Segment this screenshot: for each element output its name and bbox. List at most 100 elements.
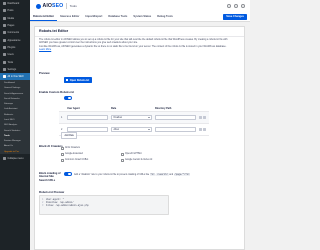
wrench-icon [3, 60, 6, 64]
user-icon [3, 53, 6, 57]
sidebar-item-label: Media [7, 16, 15, 20]
custom-robots-toggle[interactable] [64, 96, 72, 100]
checkbox-box[interactable] [61, 158, 64, 162]
save-changes-button[interactable]: Save Changes [223, 13, 247, 20]
sidebar-item-label: Pages [7, 24, 15, 28]
external-link-icon [66, 78, 69, 82]
note-code-3: /page/*/?s= [173, 172, 191, 176]
sidebar-item-pages[interactable]: Pages [0, 22, 30, 29]
sidebar-item-aioseo[interactable]: All in One SEO [0, 72, 30, 81]
collapse-icon [3, 156, 6, 160]
copy-icon[interactable] [199, 116, 202, 119]
block-ai-label: Block AI Crawlers [39, 144, 63, 148]
description-paragraph-1: The robots.txt editor in AIOSEO allows y… [39, 37, 228, 44]
block-search-urls-note: Add a "disallow" rule to your robots.txt… [74, 172, 191, 176]
checkbox-box[interactable] [61, 147, 64, 150]
checkbox-openai-gptbot[interactable]: OpenAI GPTBot [121, 152, 181, 156]
checkbox-placeholder [121, 147, 181, 150]
add-rule-button[interactable]: Add Rule [61, 132, 78, 139]
checkbox-common-crawl[interactable]: Common Crawl CCBot [61, 158, 121, 162]
tab-system-status[interactable]: System Status [130, 12, 154, 21]
robots-preview-code: 1 User-agent: * 2 Disallow: /wp-admin/ 3 Al… [39, 195, 169, 215]
robots-preview-label: Robots.txt Preview [39, 190, 64, 194]
tools-tab-bar: Robots.txt Editor htaccess Editor Import… [30, 12, 250, 22]
sidebar-item-appearance[interactable]: Appearance [0, 36, 30, 43]
row-number: 1 [61, 116, 63, 119]
help-icon[interactable] [241, 4, 245, 8]
checkbox-google-gemini[interactable]: Google Gemini & Vertex AI [121, 158, 181, 162]
sidebar-item-tools[interactable]: Tools [0, 58, 30, 65]
plugin-icon [3, 45, 6, 49]
tab-database-tools[interactable]: Database Tools [105, 12, 130, 21]
user-agent-input[interactable] [67, 115, 108, 120]
logo-text-1: AIO [42, 3, 53, 9]
description-paragraph-2: Just like WordPress, AIOSEO generates a … [39, 45, 229, 52]
open-robots-button[interactable]: Open Robots.txt [64, 77, 93, 84]
header-user-agent: User Agent [67, 106, 80, 110]
trash-icon[interactable] [203, 116, 206, 119]
media-icon [3, 16, 6, 20]
sidebar-item-settings[interactable]: Settings [0, 66, 30, 73]
toggle-knob [68, 172, 71, 176]
block-search-urls-label: Block crawling of Internal Site Search U… [39, 172, 61, 182]
note-text: Add a "disallow" rule to your robots.txt… [74, 173, 150, 176]
rule-select[interactable]: Allow [111, 127, 152, 132]
checkbox-google-extended[interactable]: Google-Extended [61, 152, 121, 156]
toggle-knob [68, 96, 71, 100]
note-code-2: /search/ [156, 172, 169, 176]
sidebar-item-plugins[interactable]: Plugins [0, 44, 30, 51]
tab-robots-editor[interactable]: Robots.txt Editor [30, 12, 58, 21]
tab-htaccess-editor[interactable]: htaccess Editor [57, 12, 82, 21]
sidebar-item-posts[interactable]: Posts [0, 7, 30, 14]
ai-crawlers-checkboxes: All AI Crawlers Google-Extended OpenAI G… [61, 147, 181, 162]
custom-robots-label: Enable Custom Robots.txt [39, 90, 74, 94]
checkbox-label: All AI Crawlers [64, 147, 80, 150]
sidebar-item-label: Appearance [7, 38, 21, 42]
sidebar-item-label: Dashboard [7, 2, 20, 6]
header-rule: Rule [111, 106, 117, 110]
sidebar-item-media[interactable]: Media [0, 15, 30, 22]
sidebar-item-label: All in One SEO [7, 75, 24, 79]
checkbox-all-ai-crawlers[interactable]: All AI Crawlers [61, 147, 121, 150]
directory-input[interactable] [155, 127, 196, 132]
checkbox-box[interactable] [61, 152, 64, 156]
checkbox-box[interactable] [121, 152, 124, 156]
note-tail: and [169, 173, 174, 176]
header-section-title: Tools [69, 4, 77, 8]
sidebar-item-label: Comments [7, 31, 20, 35]
block-search-urls-text: Block crawling of Internal Site Search U… [39, 172, 61, 182]
card-description: The robots.txt editor in AIOSEO allows y… [39, 38, 229, 53]
header-icons [227, 4, 245, 8]
sidebar-submenu: Dashboard General Settings Search Appear… [0, 80, 30, 155]
directory-input[interactable] [155, 115, 196, 120]
description-paragraph-2-text: Just like WordPress, AIOSEO generates a … [39, 45, 227, 49]
pin-icon [3, 9, 6, 13]
logo-text-2: SEO [52, 3, 64, 9]
sidebar-item-label: Posts [7, 9, 14, 13]
checkbox-label: Common Crawl CCBot [64, 159, 89, 162]
block-search-urls-toggle[interactable] [64, 172, 72, 176]
notifications-icon[interactable] [227, 4, 231, 8]
tab-import-export[interactable]: Import/Export [82, 12, 105, 21]
sidebar-item-dashboard[interactable]: Dashboard [0, 0, 30, 7]
tab-debug-tools[interactable]: Debug Tools [154, 12, 176, 21]
sidebar-item-users[interactable]: Users [0, 51, 30, 58]
preview-label-text: Preview [39, 71, 50, 75]
block-ai-text: Block AI Crawlers [39, 144, 63, 148]
settings-icon [3, 67, 6, 71]
rule-select[interactable]: Disallow [111, 115, 152, 120]
aioseo-logo-icon [36, 3, 41, 9]
aioseo-logo: AIO SEO [36, 3, 63, 9]
table-row: 2 Allow [59, 124, 209, 136]
checkbox-box[interactable] [121, 158, 124, 162]
copy-icon[interactable] [199, 128, 202, 131]
collapse-menu-button[interactable]: Collapse menu [0, 154, 30, 161]
aioseo-icon [3, 75, 6, 79]
open-robots-label: Open Robots.txt [69, 78, 90, 82]
sidebar-item-comments[interactable]: Comments [0, 29, 30, 36]
comment-icon [3, 31, 6, 35]
trash-icon[interactable] [203, 128, 206, 131]
card-title: Robots.txt Editor [35, 27, 244, 37]
learn-more-link[interactable]: Learn More [39, 48, 51, 51]
monitor-icon[interactable] [234, 4, 238, 8]
